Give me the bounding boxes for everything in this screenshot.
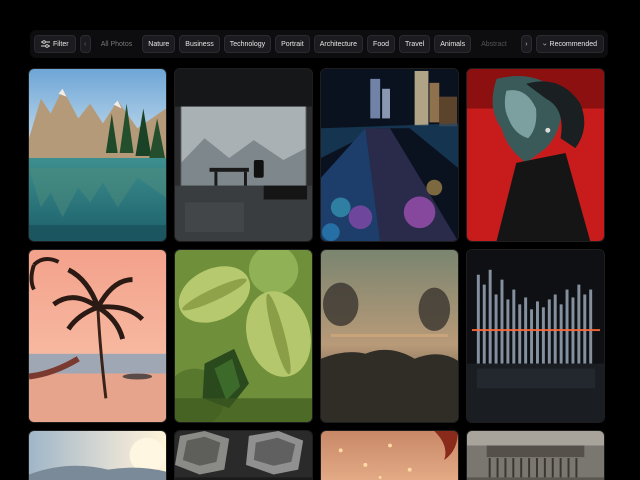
sort-dropdown[interactable]: Recommended	[536, 35, 604, 53]
category-chip-technology[interactable]: Technology	[223, 35, 272, 53]
gallery-image-palm-sunset[interactable]	[28, 249, 167, 423]
gallery-image-lantern-sky[interactable]	[320, 430, 459, 480]
gallery-image-mountain-lake[interactable]	[28, 68, 167, 242]
chevron-down-icon	[543, 42, 547, 46]
chevron-left-icon: ‹	[83, 40, 87, 48]
category-toolbar: Filter ‹ All Photos Nature Business Tech…	[30, 30, 608, 58]
filter-button[interactable]: Filter	[34, 35, 76, 53]
gallery-image-hazy-sunrise[interactable]	[28, 430, 167, 480]
category-chip-travel[interactable]: Travel	[399, 35, 431, 53]
gallery-image-dusk-silhouettes[interactable]	[320, 249, 459, 423]
scroll-left-button[interactable]: ‹	[79, 35, 91, 53]
sliders-icon	[41, 40, 50, 48]
gallery-image-red-portrait[interactable]	[466, 68, 605, 242]
sort-label: Recommended	[549, 40, 597, 48]
chevron-right-icon: ›	[525, 40, 528, 48]
category-chip-animals[interactable]: Animals	[434, 35, 472, 53]
gallery-image-ceiling-interior[interactable]	[466, 430, 605, 480]
gallery-image-macarons[interactable]	[174, 249, 313, 423]
gallery-image-hexagon-concrete[interactable]	[174, 430, 313, 480]
category-chip-abstract[interactable]: Abstract	[475, 35, 513, 53]
scroll-right-button[interactable]: ›	[520, 35, 532, 53]
category-chip-architecture[interactable]: Architecture	[313, 35, 364, 53]
gallery-image-glass-office[interactable]	[174, 68, 313, 242]
category-chip-all-photos[interactable]: All Photos	[95, 35, 139, 53]
filter-label: Filter	[53, 40, 69, 48]
category-chip-food[interactable]: Food	[367, 35, 396, 53]
category-chip-business[interactable]: Business	[179, 35, 220, 53]
category-chip-portrait[interactable]: Portrait	[275, 35, 310, 53]
gallery-image-night-city[interactable]	[320, 68, 459, 242]
gallery-image-glass-waveform[interactable]	[466, 249, 605, 423]
category-chip-nature[interactable]: Nature	[142, 35, 176, 53]
